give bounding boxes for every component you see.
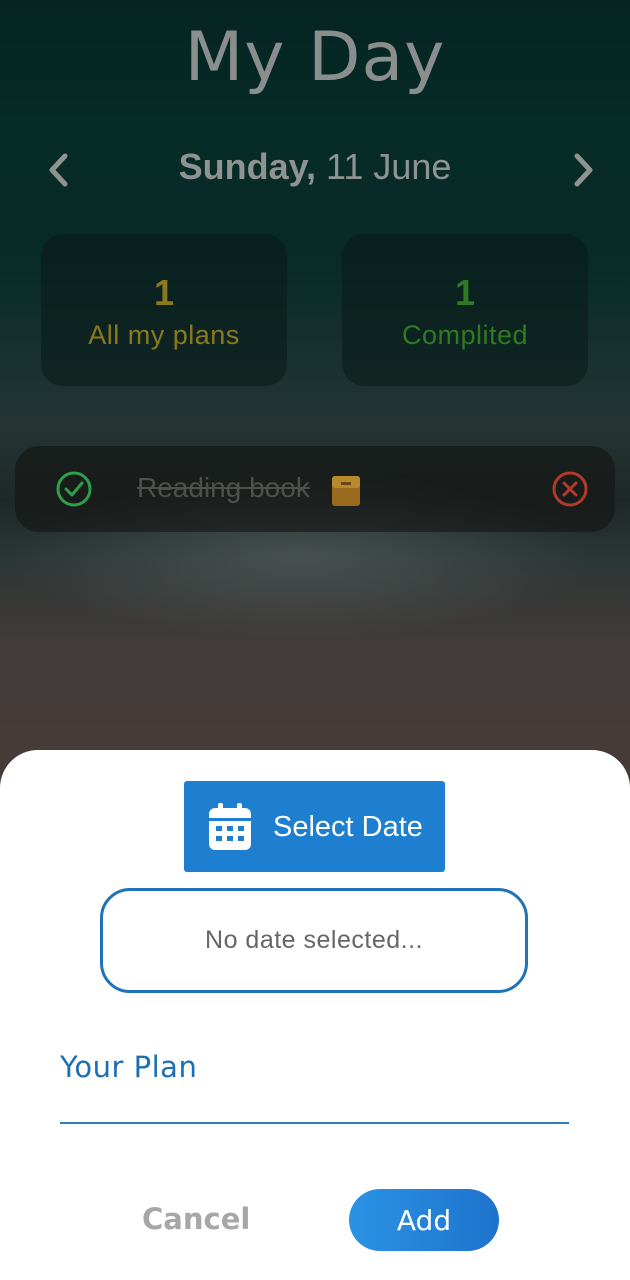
select-date-button[interactable]: Select Date [184,781,445,872]
current-date: Sunday, 11 June [0,146,630,188]
cancel-button[interactable]: Cancel [142,1202,250,1236]
calendar-icon [206,801,254,858]
all-plans-count: 1 [153,272,175,313]
plan-item[interactable]: Reading book [15,446,615,532]
plan-text: Reading book [137,472,310,503]
all-plans-label: All my plans [88,320,240,350]
check-circle-icon[interactable] [55,470,93,508]
add-plan-sheet: Select Date No date selected... Cancel A… [0,750,630,1280]
date-weekday: Sunday, [178,146,316,187]
date-day-month: 11 June [325,146,452,187]
stat-card-completed[interactable]: 1 Complited [342,234,588,386]
completed-count: 1 [454,272,476,313]
plan-input-field [60,1050,569,1124]
page-title: My Day [184,18,446,97]
plan-input[interactable] [60,1050,569,1084]
stat-card-all-plans[interactable]: 1 All my plans [41,234,287,386]
chevron-right-icon[interactable] [564,150,604,190]
book-icon [330,474,362,513]
select-date-label: Select Date [273,811,423,843]
selected-date-text: No date selected... [205,926,423,954]
completed-label: Complited [401,320,529,350]
selected-date-display: No date selected... [100,888,528,993]
date-navigator: Sunday, 11 June [0,140,630,200]
add-button[interactable]: Add [349,1189,499,1251]
remove-circle-icon[interactable] [551,470,589,508]
